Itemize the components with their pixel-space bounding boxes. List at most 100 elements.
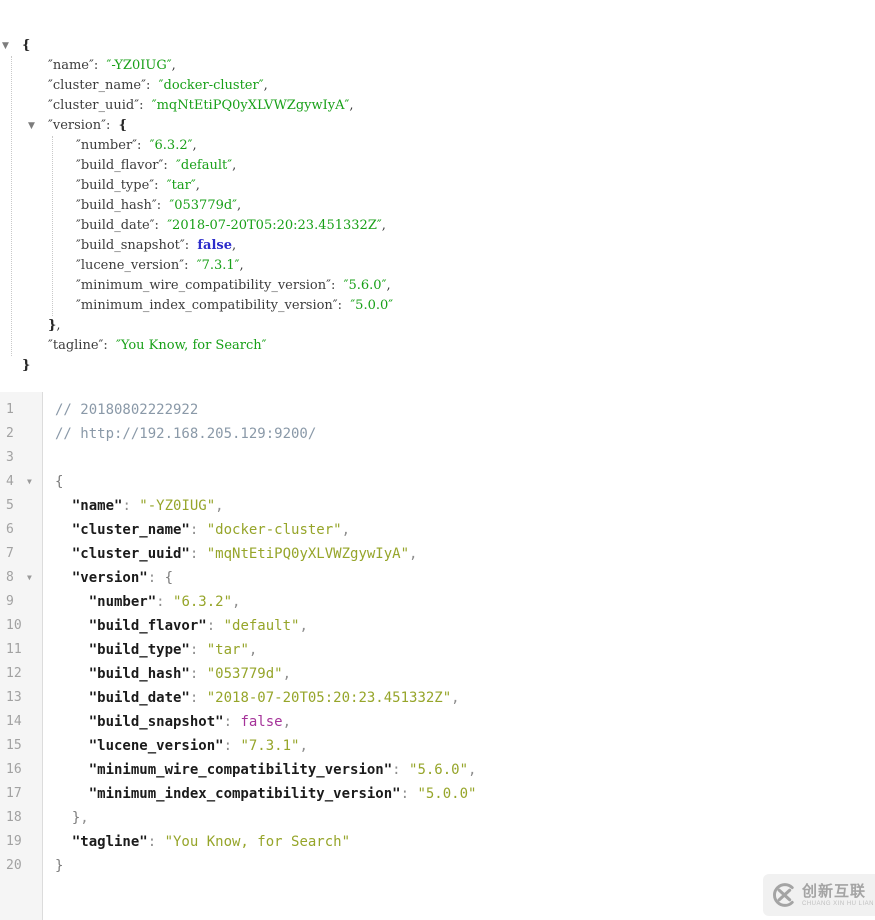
json-str-token: ″default″ bbox=[176, 158, 232, 173]
json-key-token: "build_type" bbox=[89, 642, 190, 658]
json-str-token: "tar" bbox=[207, 642, 249, 658]
json-str-token: "5.6.0" bbox=[409, 762, 468, 778]
json-plain-token bbox=[55, 690, 89, 706]
code-line bbox=[55, 446, 875, 470]
json-plain-token bbox=[55, 666, 89, 682]
code-line: "build_date": "2018-07-20T05:20:23.45133… bbox=[55, 686, 875, 710]
code-line: // 20180802222922 bbox=[55, 398, 875, 422]
json-key-token: ″cluster_uuid″ bbox=[48, 98, 139, 113]
json-punct-token: : bbox=[156, 594, 173, 610]
json-punct-token: : bbox=[106, 118, 119, 133]
json-key-token: ″name″ bbox=[48, 58, 94, 73]
line-number: 6 bbox=[0, 518, 42, 542]
json-str-token: "7.3.1" bbox=[240, 738, 299, 754]
json-key-token: ″version″ bbox=[48, 118, 106, 133]
fold-toggle-icon[interactable]: ▼ bbox=[27, 566, 32, 590]
code-editor[interactable]: 1234▼5678▼91011121314151617181920 // 201… bbox=[0, 392, 875, 920]
json-punct-token: : bbox=[190, 522, 207, 538]
json-punct-token: , bbox=[172, 58, 176, 73]
json-punct-token: : bbox=[185, 238, 198, 253]
json-key-token: ″tagline″ bbox=[48, 338, 103, 353]
json-punct-token: : bbox=[338, 298, 351, 313]
json-str-token: "default" bbox=[224, 618, 300, 634]
json-punct-token: , bbox=[264, 78, 268, 93]
json-str-token: ″5.0.0″ bbox=[350, 298, 393, 313]
json-punct-token: , bbox=[409, 546, 417, 562]
fold-toggle-icon[interactable]: ▼ bbox=[27, 470, 32, 494]
json-punct-token: : bbox=[146, 78, 159, 93]
json-plain-token bbox=[55, 738, 89, 754]
json-punct-token: : bbox=[401, 786, 418, 802]
editor-code-area[interactable]: // 20180802222922// http://192.168.205.1… bbox=[44, 392, 875, 920]
line-number: 3 bbox=[0, 446, 42, 470]
line-number: 15 bbox=[0, 734, 42, 758]
json-punct-token: , bbox=[192, 138, 196, 153]
json-key-token: ″lucene_version″ bbox=[76, 258, 184, 273]
json-plain-token bbox=[55, 714, 89, 730]
json-punct-token: , bbox=[283, 714, 291, 730]
collapse-toggle-icon[interactable]: ▼ bbox=[2, 36, 9, 56]
line-number: 17 bbox=[0, 782, 42, 806]
tree-row: ″tagline″: ″You Know, for Search″ bbox=[0, 336, 875, 356]
json-brace-token: { bbox=[55, 474, 63, 490]
json-punct-token: , bbox=[299, 618, 307, 634]
json-str-token: "You Know, for Search" bbox=[165, 834, 350, 850]
tree-row: ″cluster_name″: ″docker-cluster″, bbox=[0, 76, 875, 96]
editor-gutter: 1234▼5678▼91011121314151617181920 bbox=[0, 392, 43, 920]
json-key-token: "cluster_name" bbox=[72, 522, 190, 538]
json-plain-token bbox=[55, 786, 89, 802]
json-comment-token: // 20180802222922 bbox=[55, 402, 198, 418]
tree-row: }, bbox=[0, 316, 875, 336]
line-number: 8▼ bbox=[0, 566, 42, 590]
line-number: 2 bbox=[0, 422, 42, 446]
json-punct-token: , bbox=[382, 218, 386, 233]
tree-row: ″lucene_version″: ″7.3.1″, bbox=[0, 256, 875, 276]
json-plain-token bbox=[55, 546, 72, 562]
json-key-token: "tagline" bbox=[72, 834, 148, 850]
tree-row: ▼″version″: { bbox=[0, 116, 875, 136]
collapse-toggle-icon[interactable]: ▼ bbox=[28, 116, 35, 136]
json-punct-token: : bbox=[157, 198, 170, 213]
json-str-token: ″docker-cluster″ bbox=[159, 78, 264, 93]
watermark-badge: 创新互联 CHUANG XIN HU LIAN bbox=[763, 874, 875, 916]
tree-row: ″minimum_index_compatibility_version″: ″… bbox=[0, 296, 875, 316]
json-punct-token: : bbox=[331, 278, 344, 293]
tree-row: ″build_hash″: ″053779d″, bbox=[0, 196, 875, 216]
json-punct-token: , bbox=[215, 498, 223, 514]
json-key-token: ″build_snapshot″ bbox=[76, 238, 185, 253]
line-number: 16 bbox=[0, 758, 42, 782]
json-punct-token: , bbox=[386, 278, 390, 293]
json-punct-token: : bbox=[155, 218, 168, 233]
json-key-token: ″minimum_wire_compatibility_version″ bbox=[76, 278, 331, 293]
json-key-token: "name" bbox=[72, 498, 123, 514]
json-punct-token: , bbox=[237, 198, 241, 213]
watermark-text: 创新互联 bbox=[802, 883, 874, 900]
json-plain-token bbox=[55, 570, 72, 586]
json-key-token: "build_snapshot" bbox=[89, 714, 224, 730]
json-key-token: ″build_hash″ bbox=[76, 198, 157, 213]
json-brace-token: { bbox=[165, 570, 173, 586]
code-line: { bbox=[55, 470, 875, 494]
json-punct-token: , bbox=[283, 666, 291, 682]
json-punct-token: , bbox=[451, 690, 459, 706]
json-str-token: ″-YZ0IUG″ bbox=[107, 58, 172, 73]
line-number: 5 bbox=[0, 494, 42, 518]
json-punct-token: , bbox=[299, 738, 307, 754]
json-punct-token: : bbox=[190, 666, 207, 682]
json-punct-token: : bbox=[148, 834, 165, 850]
tree-row: ″build_date″: ″2018-07-20T05:20:23.45133… bbox=[0, 216, 875, 236]
json-str-token: "-YZ0IUG" bbox=[139, 498, 215, 514]
line-number: 1 bbox=[0, 398, 42, 422]
json-punct-token: , bbox=[468, 762, 476, 778]
code-line: "number": "6.3.2", bbox=[55, 590, 875, 614]
json-str-token: "docker-cluster" bbox=[207, 522, 342, 538]
line-number: 13 bbox=[0, 686, 42, 710]
json-brace-token: } bbox=[55, 858, 63, 874]
json-punct-token: , bbox=[232, 238, 236, 253]
json-punct-token: , bbox=[232, 594, 240, 610]
code-line: }, bbox=[55, 806, 875, 830]
code-line: "cluster_name": "docker-cluster", bbox=[55, 518, 875, 542]
json-tree-view: ▼{″name″: ″-YZ0IUG″,″cluster_name″: ″doc… bbox=[0, 36, 875, 380]
code-line: "version": { bbox=[55, 566, 875, 590]
json-punct-token: , bbox=[249, 642, 257, 658]
